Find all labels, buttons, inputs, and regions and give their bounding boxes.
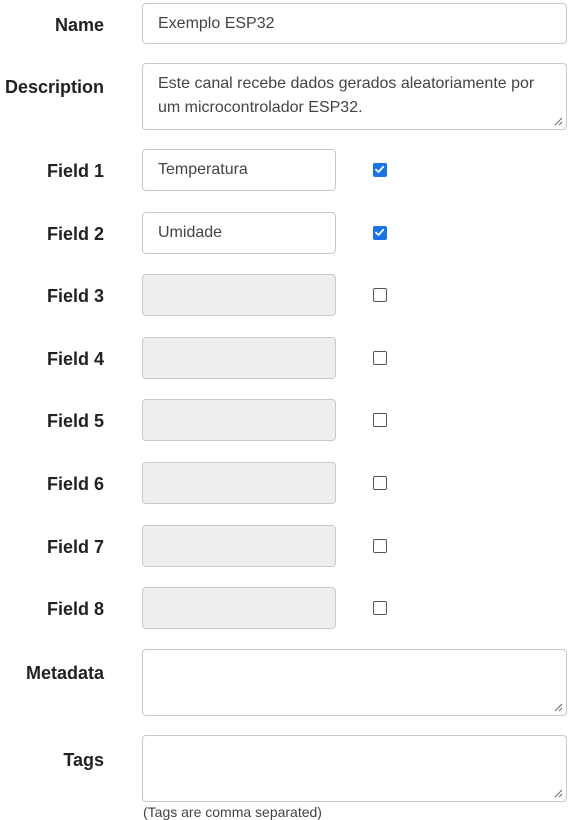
field-2-input[interactable]: Umidade bbox=[142, 212, 336, 254]
field-3-input[interactable] bbox=[142, 274, 336, 316]
field-2-value: Umidade bbox=[158, 224, 223, 241]
field-1-label: Field 1 bbox=[46, 161, 104, 181]
field-7-input[interactable] bbox=[142, 525, 336, 567]
field-4-checkbox[interactable] bbox=[373, 351, 387, 365]
field-2-label: Field 2 bbox=[46, 224, 104, 244]
field-1-checkbox[interactable] bbox=[373, 163, 387, 177]
field-1-input[interactable]: Temperatura bbox=[142, 149, 336, 191]
field-8-input[interactable] bbox=[142, 587, 336, 629]
field-7-label: Field 7 bbox=[46, 537, 104, 557]
tags-label: Tags bbox=[63, 750, 104, 770]
field-3-label: Field 3 bbox=[46, 286, 104, 306]
field-8-checkbox[interactable] bbox=[373, 601, 387, 615]
field-8-label: Field 8 bbox=[46, 599, 104, 619]
field-4-input[interactable] bbox=[142, 337, 336, 379]
resize-handle-icon[interactable] bbox=[554, 789, 563, 798]
field-1-value: Temperatura bbox=[158, 161, 248, 178]
description-textarea[interactable]: Este canal recebe dados gerados aleatori… bbox=[142, 63, 567, 130]
resize-handle-icon[interactable] bbox=[554, 117, 563, 126]
field-5-checkbox[interactable] bbox=[373, 413, 387, 427]
tags-textarea[interactable] bbox=[142, 735, 567, 802]
field-5-input[interactable] bbox=[142, 399, 336, 441]
check-icon bbox=[375, 165, 385, 173]
name-input[interactable]: Exemplo ESP32 bbox=[142, 3, 567, 44]
field-7-checkbox[interactable] bbox=[373, 539, 387, 553]
resize-handle-icon[interactable] bbox=[554, 703, 563, 712]
name-input-value: Exemplo ESP32 bbox=[158, 14, 275, 32]
tags-hint: (Tags are comma separated) bbox=[143, 804, 322, 820]
field-3-checkbox[interactable] bbox=[373, 288, 387, 302]
field-5-label: Field 5 bbox=[46, 411, 104, 431]
check-icon bbox=[375, 228, 385, 236]
metadata-label: Metadata bbox=[25, 663, 104, 683]
name-label: Name bbox=[54, 15, 104, 35]
field-4-label: Field 4 bbox=[46, 349, 104, 369]
description-label: Description bbox=[4, 77, 104, 97]
field-6-checkbox[interactable] bbox=[373, 476, 387, 490]
metadata-textarea[interactable] bbox=[142, 649, 567, 716]
field-2-checkbox[interactable] bbox=[373, 226, 387, 240]
field-6-label: Field 6 bbox=[46, 474, 104, 494]
field-6-input[interactable] bbox=[142, 462, 336, 504]
description-textarea-value: Este canal recebe dados gerados aleatori… bbox=[158, 75, 535, 116]
